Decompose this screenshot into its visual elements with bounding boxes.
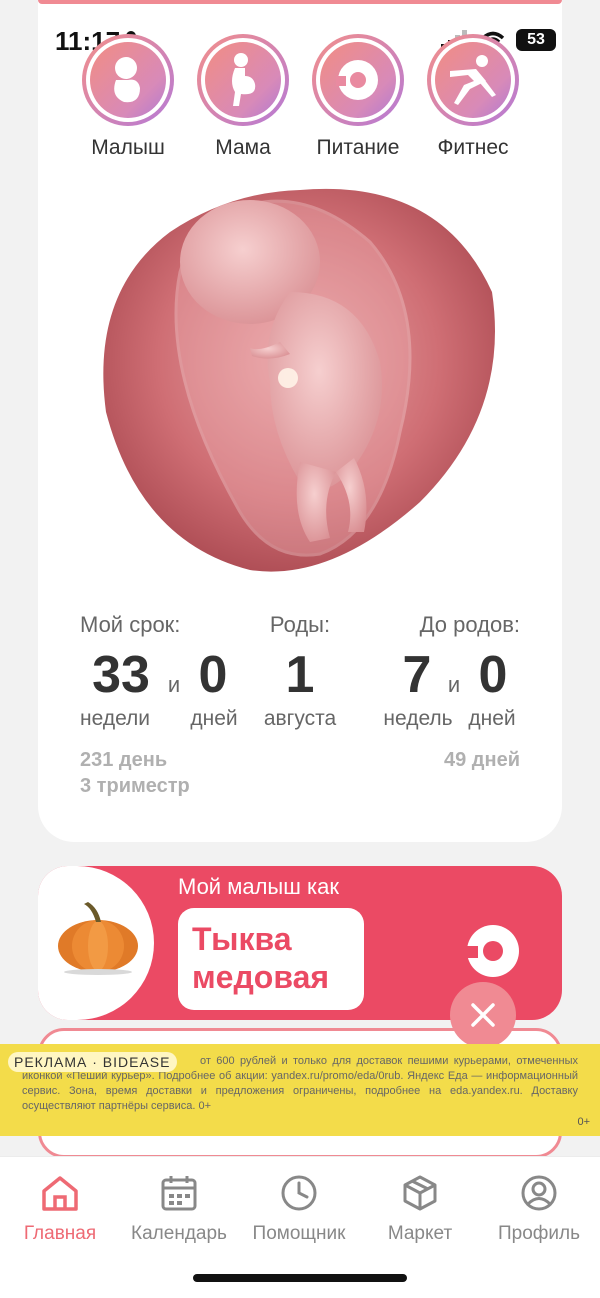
category-baby-button[interactable]: Малыш (73, 34, 183, 160)
ad-label: РЕКЛАМА · BIDEASE (8, 1052, 177, 1072)
profile-icon (521, 1175, 557, 1211)
tab-market[interactable]: Маркет (355, 1173, 485, 1245)
fruit-name-line1: Тыква (192, 921, 292, 957)
fitness-icon (450, 55, 496, 105)
category-nutrition-button[interactable]: Питание (303, 34, 413, 160)
term-weeks: 33 (92, 646, 150, 704)
tab-market-label: Маркет (387, 1223, 453, 1244)
tab-home-label: Главная (23, 1223, 97, 1244)
fruit-name-box: Тыква медовая (178, 908, 364, 1010)
birth-label: Роды: (269, 612, 331, 637)
left-days-unit: дней (468, 707, 516, 730)
pregnant-woman-icon (232, 53, 256, 106)
pumpkin-image (58, 902, 138, 975)
tab-calendar[interactable]: Календарь (114, 1173, 244, 1245)
term-block: Мой срок: (80, 612, 240, 638)
category-fitness-button[interactable]: Фитнес (418, 34, 528, 160)
ad-banner[interactable]: от 600 рублей и только для доставок пеши… (0, 1044, 600, 1136)
clock-icon (281, 1175, 317, 1211)
left-weeks: 7 (402, 646, 432, 704)
ad-age-rating: 0+ (577, 1116, 590, 1128)
term-total-days: 231 день (80, 749, 168, 771)
tab-home[interactable]: Главная (0, 1173, 125, 1245)
donut-icon (336, 60, 378, 100)
tab-profile[interactable]: Профиль (474, 1173, 600, 1245)
tab-assistant-label: Помощник (252, 1223, 346, 1244)
home-indicator (193, 1274, 407, 1282)
category-mom-button[interactable]: Мама (188, 34, 298, 160)
home-icon (42, 1176, 78, 1211)
term-label: Мой срок: (80, 612, 181, 637)
trimester: 3 триместр (80, 775, 190, 797)
category-fitness-label: Фитнес (437, 136, 509, 159)
left-total-days: 49 дней (444, 749, 520, 771)
birth-month: августа (263, 707, 337, 730)
tab-profile-label: Профиль (497, 1223, 581, 1244)
box-icon (403, 1175, 437, 1211)
left-label: До родов: (419, 612, 520, 637)
left-weeks-unit: недель (383, 707, 453, 730)
fruit-name-line2: медовая (192, 959, 330, 995)
baby-card-title: Мой малыш как (178, 874, 339, 899)
category-nutrition-label: Питание (316, 136, 400, 159)
calendar-icon (161, 1176, 197, 1211)
left-and: и (447, 672, 461, 697)
category-baby-label: Малыш (91, 136, 165, 159)
term-days-unit: дней (190, 707, 238, 730)
close-ad-button[interactable] (450, 982, 516, 1048)
fetus-illustration (103, 188, 495, 572)
left-days: 0 (478, 646, 508, 704)
term-weeks-unit: недели (80, 707, 151, 730)
birth-day: 1 (285, 646, 315, 704)
donut-logo-icon (464, 925, 519, 977)
term-days: 0 (198, 646, 228, 704)
close-icon (471, 1003, 495, 1027)
category-mom-label: Мама (215, 136, 271, 159)
tab-calendar-label: Календарь (131, 1223, 227, 1244)
baby-icon (114, 57, 140, 103)
term-and: и (167, 672, 181, 697)
tab-assistant[interactable]: Помощник (234, 1173, 364, 1245)
